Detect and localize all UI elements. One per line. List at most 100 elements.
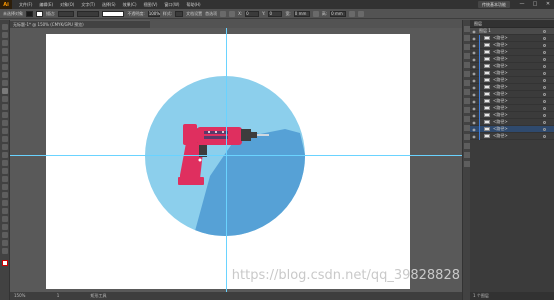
sublayer-row[interactable]: ◉ <路径>	[470, 70, 554, 77]
pen-tool-icon[interactable]	[2, 56, 8, 62]
visibility-eye-icon[interactable]: ◉	[470, 133, 478, 140]
paintbrush-tool-icon[interactable]	[2, 96, 8, 102]
menu-select[interactable]: 选择(S)	[102, 2, 116, 8]
sublayer-name[interactable]: <路径>	[493, 84, 508, 90]
menu-type[interactable]: 文字(T)	[81, 2, 95, 8]
stroke-weight-field[interactable]	[58, 10, 75, 17]
arrange-icon[interactable]	[220, 10, 227, 17]
fill-swatch[interactable]	[26, 10, 33, 17]
scale-tool-icon[interactable]	[2, 136, 8, 142]
menu-window[interactable]: 窗口(W)	[164, 2, 179, 8]
visibility-eye-icon[interactable]: ◉	[470, 35, 478, 42]
visibility-eye-icon[interactable]: ◉	[470, 84, 478, 91]
pencil-tool-icon[interactable]	[2, 104, 8, 110]
target-icon[interactable]	[543, 121, 546, 124]
sublayer-name[interactable]: <路径>	[493, 112, 508, 118]
drill-illustration[interactable]	[140, 71, 310, 241]
hand-tool-icon[interactable]	[2, 240, 8, 246]
target-icon[interactable]	[543, 65, 546, 68]
visibility-eye-icon[interactable]: ◉	[470, 98, 478, 105]
style-dropdown[interactable]	[175, 10, 184, 17]
sublayer-name[interactable]: <路径>	[493, 91, 508, 97]
sublayer-row[interactable]: ◉ <路径>	[470, 56, 554, 63]
target-icon[interactable]	[543, 51, 546, 54]
sublayer-row[interactable]: ◉ <路径>	[470, 98, 554, 105]
target-icon[interactable]	[543, 30, 546, 33]
horizontal-guide[interactable]	[10, 155, 462, 156]
sublayer-row[interactable]: ◉ <路径>	[470, 42, 554, 49]
target-icon[interactable]	[543, 72, 546, 75]
sublayer-row[interactable]: ◉ <路径>	[470, 63, 554, 70]
sublayer-row[interactable]: ◉ <路径>	[470, 35, 554, 42]
sublayer-name[interactable]: <路径>	[493, 49, 508, 55]
visibility-eye-icon[interactable]: ◉	[470, 42, 478, 49]
target-icon[interactable]	[543, 86, 546, 89]
zoom-tool-icon[interactable]	[2, 248, 8, 254]
perspective-tool-icon[interactable]	[2, 168, 8, 174]
free-transform-tool-icon[interactable]	[2, 152, 8, 158]
sublayer-row[interactable]: ◉ <路径>	[470, 126, 554, 133]
target-icon[interactable]	[543, 37, 546, 40]
target-icon[interactable]	[543, 114, 546, 117]
blend-tool-icon[interactable]	[2, 200, 8, 206]
menu-edit[interactable]: 编辑(E)	[39, 2, 53, 8]
visibility-eye-icon[interactable]: ◉	[470, 112, 478, 119]
menu-help[interactable]: 帮助(H)	[186, 2, 200, 8]
x-field[interactable]: 0	[245, 10, 260, 17]
visibility-eye-icon[interactable]: ◉	[470, 126, 478, 133]
slice-tool-icon[interactable]	[2, 232, 8, 238]
sublayer-row[interactable]: ◉ <路径>	[470, 112, 554, 119]
visibility-eye-icon[interactable]: ◉	[470, 28, 478, 35]
height-field[interactable]: 0 mm	[330, 10, 347, 17]
target-icon[interactable]	[543, 79, 546, 82]
eyedropper-tool-icon[interactable]	[2, 192, 8, 198]
document-tab[interactable]: 无标题-1* @ 150% (CMYK/GPU 预览)	[10, 20, 150, 28]
column-graph-tool-icon[interactable]	[2, 216, 8, 222]
sublayer-row[interactable]: ◉ <路径>	[470, 77, 554, 84]
visibility-eye-icon[interactable]: ◉	[470, 49, 478, 56]
visibility-eye-icon[interactable]: ◉	[470, 56, 478, 63]
target-icon[interactable]	[543, 93, 546, 96]
artboard-number[interactable]: 1	[57, 293, 60, 298]
layers-tab[interactable]: 图层	[470, 20, 554, 28]
lasso-tool-icon[interactable]	[2, 48, 8, 54]
sublayer-row[interactable]: ◉ <路径>	[470, 91, 554, 98]
rotate-tool-icon[interactable]	[2, 128, 8, 134]
sublayer-name[interactable]: <路径>	[493, 63, 508, 69]
y-field[interactable]: 0	[268, 10, 283, 17]
shaper-tool-icon[interactable]	[2, 112, 8, 118]
visibility-eye-icon[interactable]: ◉	[470, 70, 478, 77]
layer-row-top[interactable]: ◉ 图层 1	[470, 28, 554, 35]
eraser-tool-icon[interactable]	[2, 120, 8, 126]
type-tool-icon[interactable]	[2, 72, 8, 78]
sublayer-row[interactable]: ◉ <路径>	[470, 49, 554, 56]
vertical-guide[interactable]	[226, 28, 227, 292]
symbol-sprayer-tool-icon[interactable]	[2, 208, 8, 214]
target-icon[interactable]	[543, 44, 546, 47]
link-icon[interactable]	[312, 10, 319, 17]
align-icon[interactable]	[229, 10, 236, 17]
sublayer-row[interactable]: ◉ <路径>	[470, 133, 554, 140]
sublayer-row[interactable]: ◉ <路径>	[470, 119, 554, 126]
fill-color-swatch[interactable]	[2, 260, 8, 266]
sublayer-name[interactable]: <路径>	[493, 77, 508, 83]
workspace-switcher[interactable]: 传统基本功能	[478, 1, 510, 8]
menu-object[interactable]: 对象(O)	[60, 2, 74, 8]
sublayer-name[interactable]: <路径>	[493, 98, 508, 104]
menu-effect[interactable]: 效果(C)	[123, 2, 137, 8]
visibility-eye-icon[interactable]: ◉	[470, 119, 478, 126]
visibility-eye-icon[interactable]: ◉	[470, 91, 478, 98]
sublayer-name[interactable]: <路径>	[493, 119, 508, 125]
magic-wand-tool-icon[interactable]	[2, 40, 8, 46]
menu-file[interactable]: 文件(F)	[19, 2, 32, 8]
stroke-swatch[interactable]	[36, 10, 43, 17]
direct-selection-tool-icon[interactable]	[2, 32, 8, 38]
target-icon[interactable]	[543, 100, 546, 103]
selection-tool-icon[interactable]	[2, 24, 8, 30]
artboard-tool-icon[interactable]	[2, 224, 8, 230]
visibility-eye-icon[interactable]: ◉	[470, 105, 478, 112]
zoom-level[interactable]: 150%	[14, 293, 25, 298]
brush-stroke-preview[interactable]	[102, 10, 125, 17]
target-icon[interactable]	[543, 107, 546, 110]
curvature-tool-icon[interactable]	[2, 64, 8, 70]
